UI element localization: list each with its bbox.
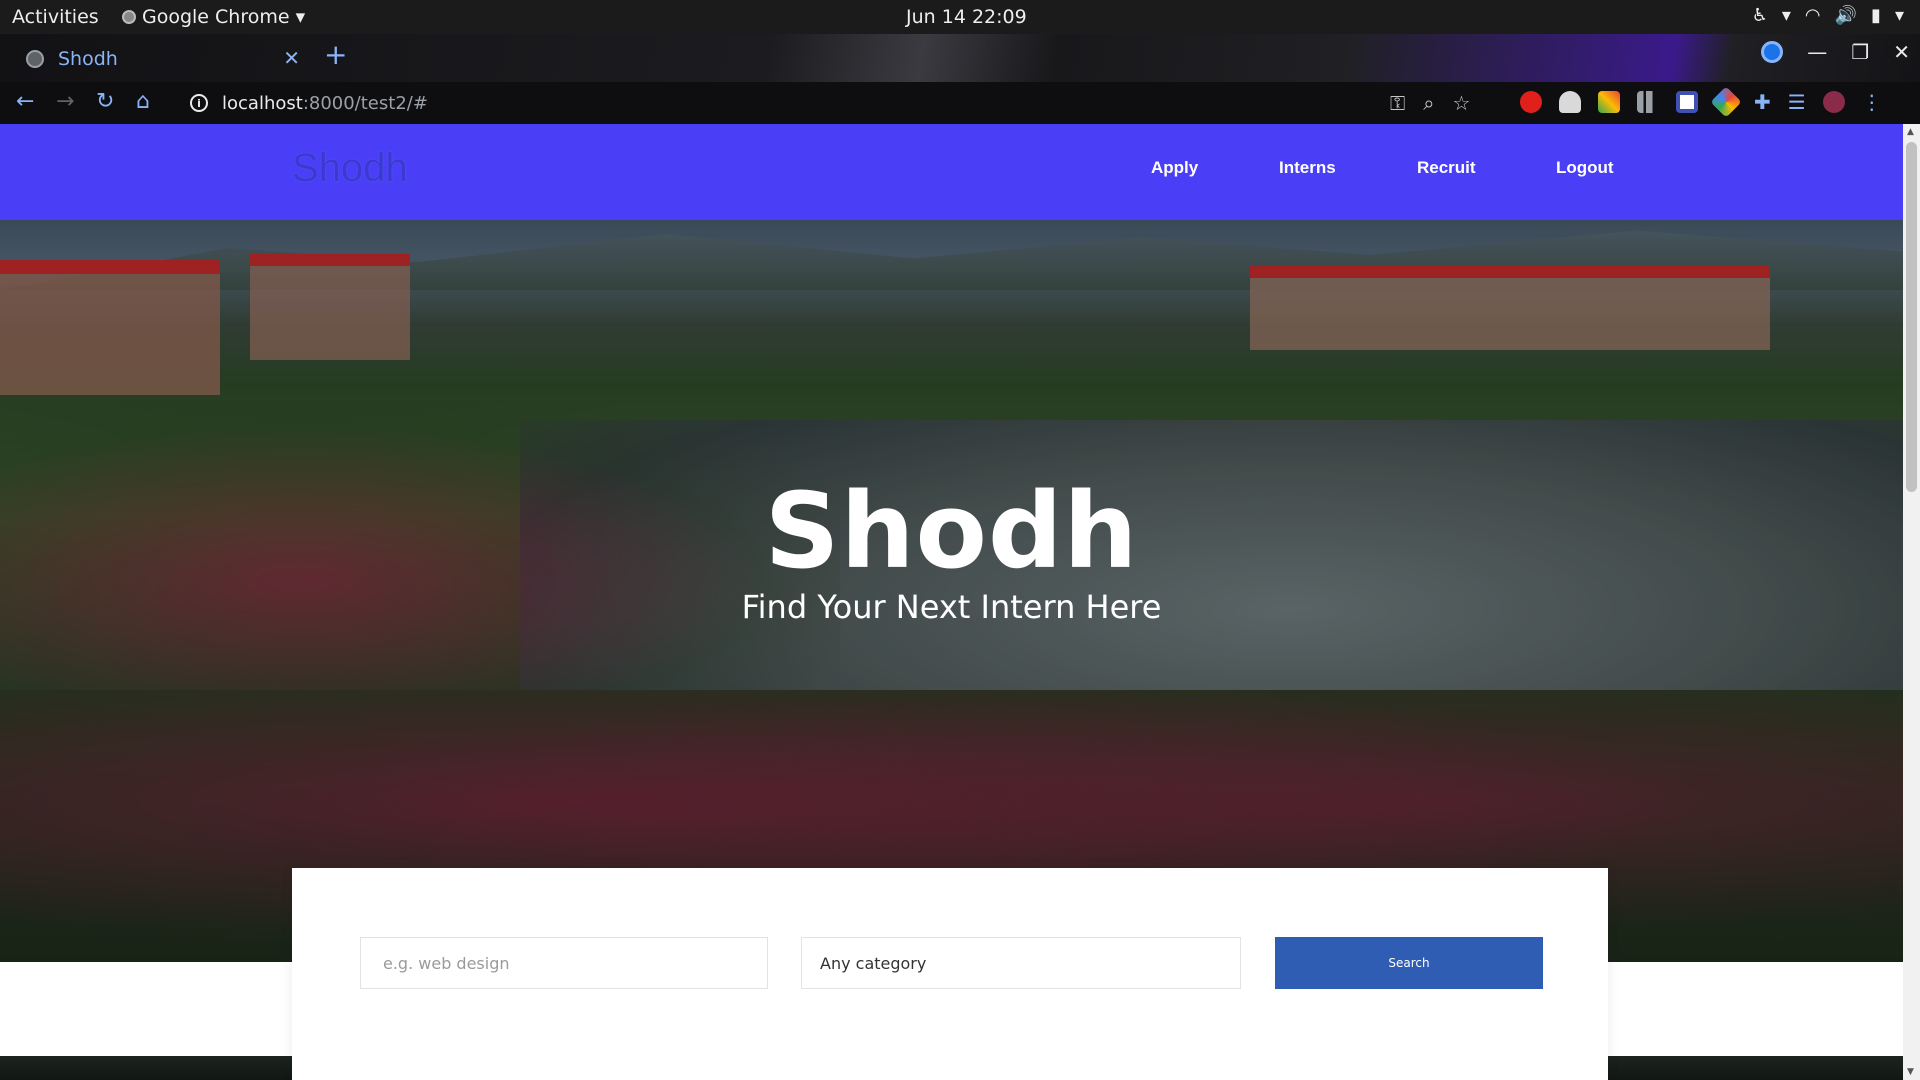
tab-title: Shodh: [58, 48, 118, 70]
search-button[interactable]: Search: [1275, 937, 1543, 989]
category-select[interactable]: Any category: [801, 937, 1241, 989]
globe-icon: [26, 50, 44, 68]
close-window-icon[interactable]: ✕: [1893, 40, 1910, 64]
browser-toolbar: ← → ↻ ⌂ i localhost:8000/test2/# ⚿ ⌕ ☆ ✚…: [0, 82, 1920, 124]
extension-adblock-icon[interactable]: [1520, 91, 1542, 113]
clock[interactable]: Jun 14 22:09: [906, 6, 1027, 28]
site-navbar: Shodh Apply Interns Recruit Logout: [0, 124, 1903, 220]
site-logo[interactable]: Shodh: [292, 146, 408, 191]
tab-shodh[interactable]: Shodh ✕: [12, 36, 312, 82]
zoom-icon[interactable]: ⌕: [1423, 91, 1434, 115]
activities-button[interactable]: Activities: [12, 6, 99, 28]
extensions-puzzle-icon[interactable]: ✚: [1754, 90, 1771, 114]
address-bar[interactable]: i localhost:8000/test2/#: [176, 85, 1396, 121]
tab-strip: Shodh ✕ + — ❐ ✕: [0, 34, 1920, 82]
window-controls: — ❐ ✕: [1761, 40, 1910, 64]
os-top-bar: Activities Google Chrome ▾ Jun 14 22:09 …: [0, 0, 1920, 34]
page-viewport: Shodh Apply Interns Recruit Logout Shodh…: [0, 124, 1903, 1080]
scroll-down-icon[interactable]: ▼: [1907, 1067, 1914, 1077]
category-select-value: Any category: [820, 953, 927, 973]
nav-apply[interactable]: Apply: [1151, 158, 1198, 178]
extension-color-icon[interactable]: [1598, 91, 1620, 113]
profile-avatar[interactable]: [1822, 91, 1845, 113]
scroll-up-icon[interactable]: ▲: [1907, 127, 1914, 137]
chrome-menu-icon[interactable]: ⋮: [1862, 90, 1882, 114]
reload-icon[interactable]: ↻: [96, 89, 114, 114]
minimize-icon[interactable]: —: [1807, 40, 1827, 64]
nav-interns[interactable]: Interns: [1279, 158, 1336, 178]
extension-grid-icon[interactable]: [1676, 91, 1698, 113]
nav-logout[interactable]: Logout: [1556, 158, 1614, 178]
page-scrollbar[interactable]: ▲ ▼: [1903, 124, 1920, 1080]
app-menu[interactable]: Google Chrome ▾: [122, 6, 305, 28]
extensions-bar: ✚ ☰ ⋮: [1520, 86, 1882, 118]
url-host: localhost: [222, 92, 303, 114]
extension-chef-icon[interactable]: [1559, 91, 1581, 113]
scrollbar-thumb[interactable]: [1906, 142, 1917, 492]
url-path: :8000/test2/#: [302, 92, 428, 114]
chevron-down-icon: ▾: [1781, 5, 1791, 26]
tab-search-icon[interactable]: [1761, 41, 1784, 63]
site-info-icon[interactable]: i: [190, 94, 208, 112]
reading-list-icon[interactable]: ☰: [1788, 90, 1806, 114]
close-tab-icon[interactable]: ✕: [283, 46, 300, 70]
hero-banner: Shodh Find Your Next Intern Here: [0, 220, 1903, 962]
key-icon[interactable]: ⚿: [1390, 91, 1405, 115]
battery-icon: ▮: [1871, 5, 1881, 26]
wifi-icon: ◠: [1804, 5, 1821, 26]
restore-icon[interactable]: ❐: [1851, 40, 1869, 64]
system-tray[interactable]: ♿ ▾ ◠ 🔊 ▮ ▾: [1752, 5, 1904, 26]
bookmark-star-icon[interactable]: ☆: [1452, 91, 1470, 115]
hero-title: Shodh: [764, 470, 1139, 592]
new-tab-button[interactable]: +: [324, 38, 347, 71]
nav-recruit[interactable]: Recruit: [1417, 158, 1476, 178]
chevron-down-icon: ▾: [295, 6, 306, 28]
chrome-icon: [122, 10, 136, 24]
extension-diamond-icon[interactable]: [1710, 86, 1742, 118]
forward-icon[interactable]: →: [56, 89, 74, 114]
keyword-search-input[interactable]: [360, 937, 768, 989]
app-name: Google Chrome: [142, 6, 290, 28]
search-panel: Any category Search: [292, 868, 1608, 1080]
volume-icon: 🔊: [1834, 5, 1858, 26]
hero-subtitle: Find Your Next Intern Here: [741, 588, 1162, 626]
extension-stats-icon[interactable]: [1637, 91, 1659, 113]
chevron-down-icon: ▾: [1894, 5, 1904, 26]
accessibility-icon[interactable]: ♿: [1752, 5, 1768, 26]
home-icon[interactable]: ⌂: [136, 89, 150, 114]
back-icon[interactable]: ←: [16, 89, 34, 114]
omnibox-actions: ⚿ ⌕ ☆: [1390, 91, 1470, 115]
